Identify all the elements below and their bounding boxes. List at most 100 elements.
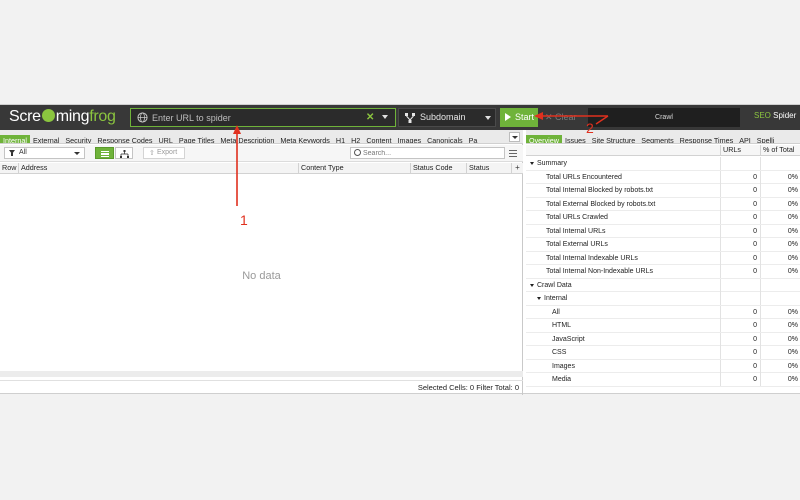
tab-url[interactable]: URL [155, 135, 175, 143]
tree-row[interactable]: Images 0 0% [526, 359, 800, 373]
tree-row[interactable]: Total Internal URLs 0 0% [526, 224, 800, 238]
column-content-type[interactable]: Content Type [299, 163, 411, 173]
tab-page-titles[interactable]: Page Titles [176, 135, 218, 143]
tree-row-urls: 0 [720, 265, 760, 278]
tree-row-label: All [552, 308, 560, 316]
tree-row-urls: 0 [720, 319, 760, 332]
tab-h1[interactable]: H1 [333, 135, 348, 143]
tab-response-codes[interactable]: Response Codes [94, 135, 155, 143]
tab-spelling[interactable]: Spelli [754, 135, 778, 143]
tree-row[interactable]: CSS 0 0% [526, 346, 800, 360]
tab-overview[interactable]: Overview [526, 135, 562, 143]
clear-icon: ✕ [545, 112, 553, 122]
play-icon [505, 113, 511, 121]
filter-toolbar: All ⇧ Export Search... [0, 145, 523, 162]
tab-images[interactable]: Images [395, 135, 425, 143]
tree-row-label: Summary [537, 160, 567, 167]
tree-row-label: Internal [544, 295, 568, 302]
expand-caret-icon[interactable] [537, 297, 541, 300]
sliders-icon[interactable] [508, 148, 518, 158]
start-button[interactable]: Start [500, 108, 538, 127]
tree-row-urls [720, 157, 760, 170]
list-view-button[interactable] [95, 147, 114, 159]
tree-row[interactable]: Total Internal Non-Indexable URLs 0 0% [526, 265, 800, 279]
tree-section-row[interactable]: Internal [526, 292, 800, 306]
url-input[interactable] [152, 110, 362, 125]
tabs-overflow-dropdown[interactable] [509, 132, 520, 142]
crawl-mode-select[interactable]: Subdomain [398, 108, 496, 127]
clear-url-icon[interactable]: ✕ [366, 111, 374, 124]
search-icon [354, 149, 361, 156]
tab-issues[interactable]: Issues [562, 135, 589, 143]
tree-row-label: Total Internal URLs [546, 227, 606, 235]
tree-row[interactable]: All 0 0% [526, 305, 800, 319]
empty-state-message: No data [242, 270, 281, 282]
brand-label: SEO Spider [754, 111, 797, 120]
horizontal-scrollbar[interactable] [0, 371, 523, 377]
frog-logo-icon [41, 109, 55, 122]
url-history-dropdown-icon[interactable] [382, 115, 388, 119]
tree-row-label: HTML [552, 322, 572, 329]
tree-row-percent: 0% [760, 373, 800, 386]
column-urls[interactable]: URLs [720, 145, 760, 155]
url-field[interactable]: ✕ [130, 108, 396, 127]
tree-row[interactable]: Media 0 0% [526, 373, 800, 387]
tree-row[interactable]: Total Internal Indexable URLs 0 0% [526, 251, 800, 265]
tree-row-label: CSS [552, 349, 567, 356]
add-column-icon[interactable]: + [512, 163, 523, 173]
column-status[interactable]: Status [467, 163, 512, 173]
filter-select[interactable]: All [4, 147, 85, 159]
tree-section-row[interactable]: Summary [526, 157, 800, 171]
tab-h2[interactable]: H2 [348, 135, 363, 143]
tab-content[interactable]: Content [363, 135, 394, 143]
tab-internal[interactable]: Internal [0, 135, 30, 143]
tree-row-urls: 0 [720, 184, 760, 197]
tree-view-button[interactable] [115, 147, 133, 159]
tab-security[interactable]: Security [62, 135, 94, 143]
tab-api[interactable]: API [736, 135, 754, 143]
tab-site-structure[interactable]: Site Structure [589, 135, 639, 143]
tab-meta-keywords[interactable]: Meta Keywords [277, 135, 333, 143]
overview-header: URLs % of Total [526, 145, 800, 156]
column-row[interactable]: Row [0, 163, 19, 173]
tree-row-percent [760, 292, 800, 305]
tree-row-label: Media [552, 376, 572, 383]
column-status-code[interactable]: Status Code [411, 163, 467, 173]
tree-row-label: Total URLs Encountered [546, 173, 622, 181]
export-button[interactable]: ⇧ Export [143, 147, 185, 159]
tree-section-row[interactable]: Crawl Data [526, 278, 800, 292]
tree-row-urls: 0 [720, 359, 760, 373]
expand-caret-icon[interactable] [530, 162, 534, 165]
subdomain-icon [405, 113, 415, 123]
tree-row-urls [720, 278, 760, 292]
tree-row[interactable]: JavaScript 0 0% [526, 332, 800, 346]
clear-button[interactable]: ✕ Clear [545, 108, 577, 127]
tab-meta-description[interactable]: Meta Description [217, 135, 277, 143]
annotation-label-2: 2 [586, 120, 594, 136]
status-bar: Selected Cells: 0 Filter Total: 0 [0, 380, 523, 393]
tree-row[interactable]: Total External URLs 0 0% [526, 238, 800, 252]
tab-external[interactable]: External [30, 135, 62, 143]
tree-row[interactable]: Total Internal Blocked by robots.txt 0 0% [526, 184, 800, 198]
column-address[interactable]: Address [19, 163, 299, 173]
tree-row[interactable]: Total URLs Encountered 0 0% [526, 170, 800, 184]
tab-segments[interactable]: Segments [638, 135, 676, 143]
tree-row-urls: 0 [720, 224, 760, 238]
expand-caret-icon[interactable] [530, 283, 534, 287]
search-field[interactable] [350, 147, 505, 159]
tab-pagination[interactable]: Pa [466, 135, 481, 143]
tab-canonicals[interactable]: Canonicals [424, 135, 466, 143]
tree-row-urls [720, 292, 760, 305]
column-percent-total[interactable]: % of Total [760, 145, 800, 155]
tree-row-label: Total External Blocked by robots.txt [546, 200, 656, 208]
tree-row-label: Total Internal Non-Indexable URLs [546, 268, 654, 275]
search-input[interactable] [363, 148, 498, 158]
tree-row-percent: 0% [760, 251, 800, 265]
tree-row-urls: 0 [720, 197, 760, 211]
tree-row[interactable]: Total External Blocked by robots.txt 0 0% [526, 197, 800, 211]
tree-row-percent: 0% [760, 184, 800, 197]
tab-response-times[interactable]: Response Times [677, 135, 737, 143]
tree-row[interactable]: HTML 0 0% [526, 319, 800, 333]
tree-row-percent: 0% [760, 238, 800, 251]
tree-row[interactable]: Total URLs Crawled 0 0% [526, 211, 800, 225]
